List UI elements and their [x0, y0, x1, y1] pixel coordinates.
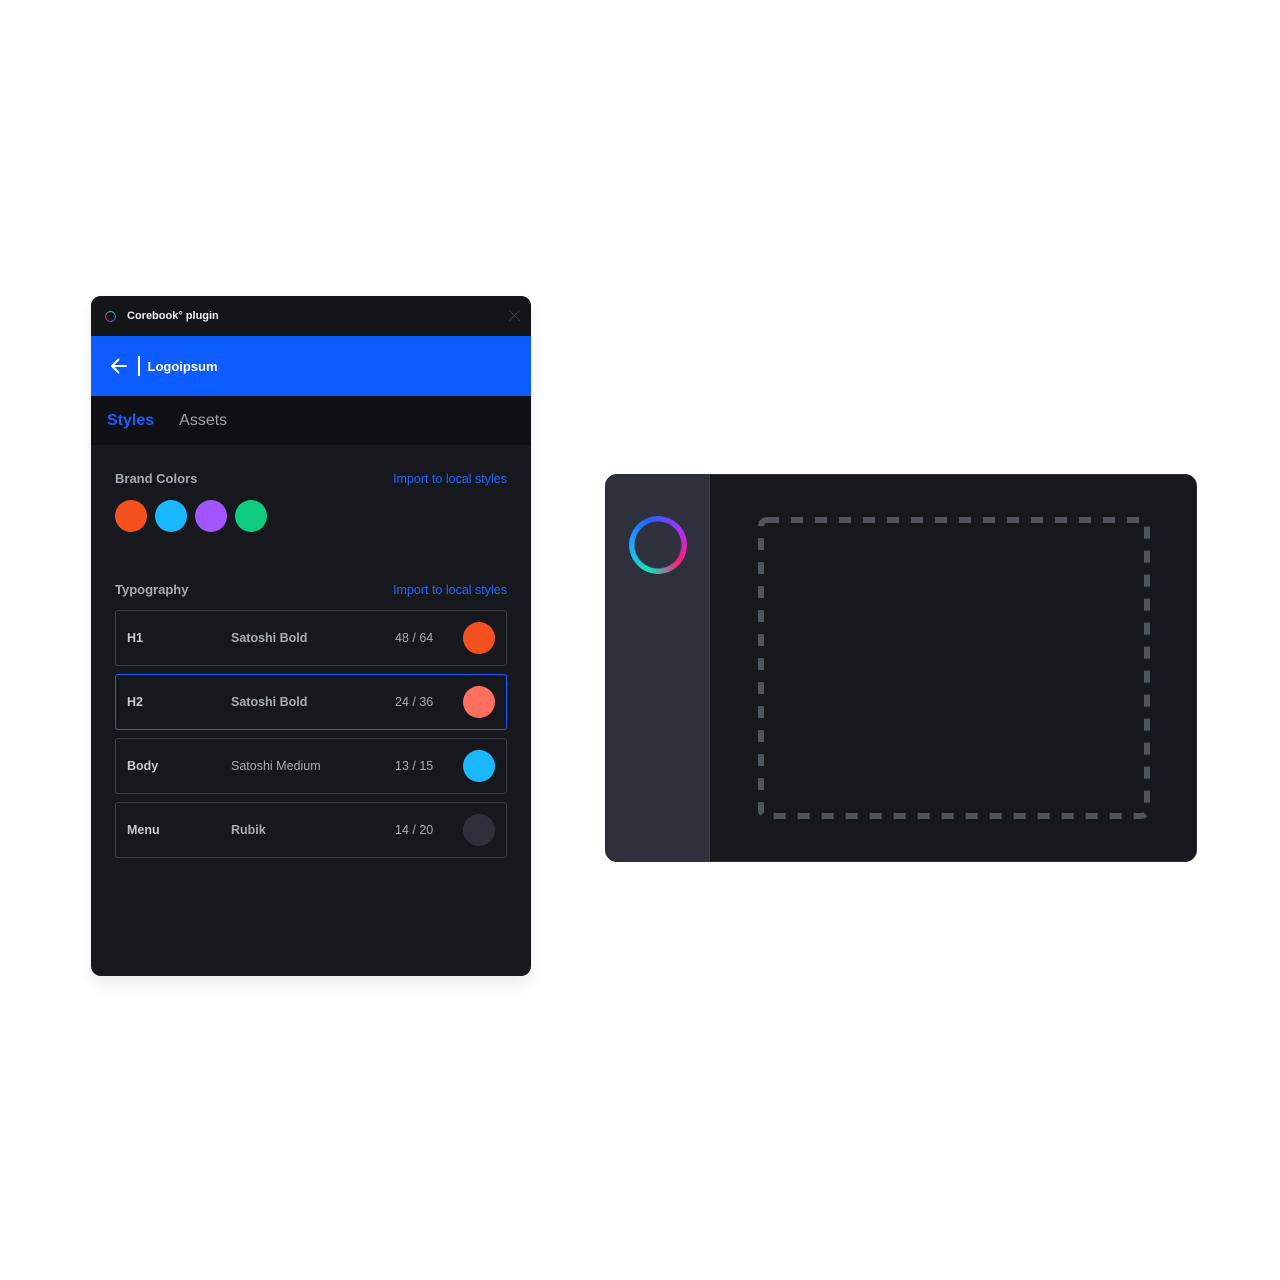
import-typography-link[interactable]: Import to local styles	[393, 583, 507, 597]
plugin-titlebar: Corebook° plugin	[91, 296, 531, 336]
style-name: Body	[127, 759, 159, 773]
plugin-header: Logoipsum	[91, 336, 531, 396]
style-name: H1	[127, 631, 143, 645]
style-name: Menu	[127, 823, 160, 837]
style-color-swatch	[463, 814, 495, 846]
typography-title: Typography	[115, 582, 189, 597]
drop-zone[interactable]	[758, 517, 1150, 819]
tab-bar: Styles Assets	[91, 396, 531, 445]
styles-panel: Brand Colors Import to local styles Typo…	[91, 471, 531, 858]
brand-colors-title: Brand Colors	[115, 471, 198, 486]
style-color-swatch	[463, 750, 495, 782]
plugin-window: Corebook° plugin Logoipsum Styles Assets…	[91, 296, 531, 976]
preview-window	[605, 474, 1197, 862]
font-name: Rubik	[231, 823, 266, 837]
typography-row-h1[interactable]: H1 Satoshi Bold 48 / 64	[115, 610, 507, 666]
typography-row-h2[interactable]: H2 Satoshi Bold 24 / 36	[115, 674, 507, 730]
style-color-swatch	[463, 622, 495, 654]
brand-name: Logoipsum	[147, 358, 218, 374]
font-size: 48 / 64	[395, 631, 434, 645]
plugin-title: Corebook° plugin	[127, 310, 219, 322]
style-color-swatch	[463, 686, 495, 718]
brand-color-swatches	[115, 500, 507, 532]
typography-header: Typography Import to local styles	[115, 582, 507, 597]
font-name: Satoshi Bold	[231, 631, 308, 645]
brand-color-swatch[interactable]	[155, 500, 187, 532]
style-name: H2	[127, 695, 143, 709]
font-name: Satoshi Bold	[231, 695, 308, 709]
brand-color-swatch[interactable]	[115, 500, 147, 532]
font-size: 14 / 20	[395, 823, 434, 837]
corebook-ring-logo-icon	[629, 516, 687, 574]
corebook-logo-icon	[105, 310, 116, 322]
close-icon[interactable]	[508, 309, 521, 322]
font-name: Satoshi Medium	[231, 759, 321, 773]
typography-row-menu[interactable]: Menu Rubik 14 / 20	[115, 802, 507, 858]
header-divider	[138, 356, 140, 376]
back-button[interactable]	[110, 357, 128, 375]
typography-list: H1 Satoshi Bold 48 / 64 H2 Satoshi Bold …	[115, 610, 507, 858]
brand-color-swatch[interactable]	[195, 500, 227, 532]
preview-sidebar	[606, 475, 710, 861]
brand-colors-header: Brand Colors Import to local styles	[115, 471, 507, 486]
dashed-border	[758, 517, 1150, 819]
brand-color-swatch[interactable]	[235, 500, 267, 532]
tab-styles[interactable]: Styles	[107, 412, 154, 430]
font-size: 24 / 36	[395, 695, 434, 709]
font-size: 13 / 15	[395, 759, 434, 773]
arrow-left-icon	[111, 358, 127, 374]
import-colors-link[interactable]: Import to local styles	[393, 472, 507, 486]
tab-assets[interactable]: Assets	[179, 412, 227, 430]
typography-row-body[interactable]: Body Satoshi Medium 13 / 15	[115, 738, 507, 794]
